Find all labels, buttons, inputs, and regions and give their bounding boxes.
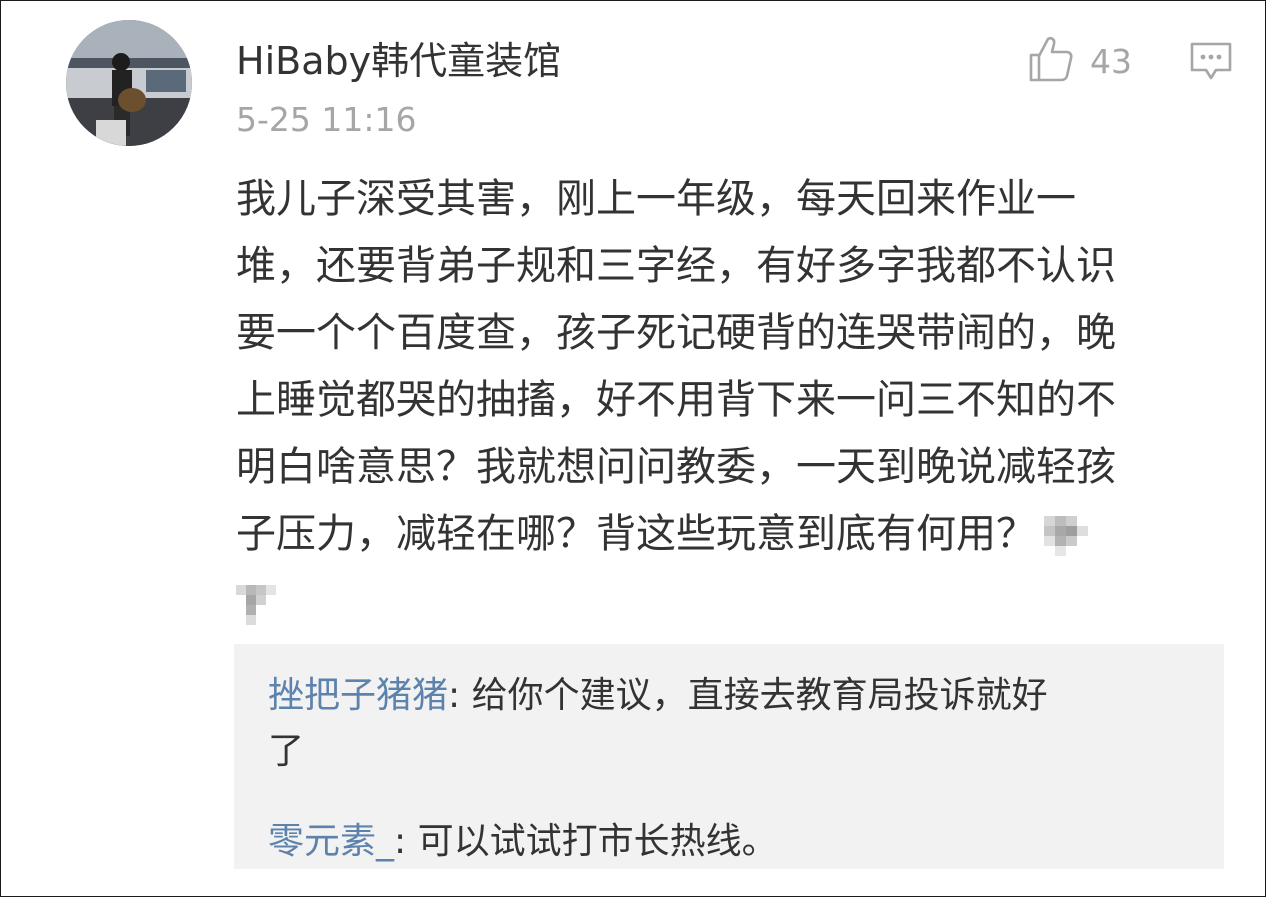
username[interactable]: HiBaby韩代童装馆 — [236, 38, 561, 84]
reply-username[interactable]: 零元素_ — [268, 821, 394, 862]
comment-body-line: 堆，还要背弟子规和三字经，有好多字我都不认识 — [236, 243, 1116, 289]
comment-body-line-text: 子压力，减轻在哪？背这些玩意到底有何用？ — [236, 511, 1036, 557]
comment-body-line: 明白啥意思？我就想问问教委，一天到晚说减轻孩 — [236, 444, 1116, 490]
reply-button[interactable] — [1188, 40, 1234, 86]
reply-separator: : — [394, 821, 418, 862]
reply-item: 零元素_: 可以试试打市长热线。 — [268, 814, 1198, 870]
comment-timestamp: 5-25 11:16 — [236, 100, 417, 139]
like-button[interactable]: 43 — [1028, 36, 1132, 86]
comment-body-line — [236, 568, 1226, 635]
comment-body-line: 上睡觉都哭的抽搐，好不用背下来一问三不知的不 — [236, 377, 1116, 423]
reply-list: 挫把子猪猪: 给你个建议，直接去教育局投诉就好了 零元素_: 可以试试打市长热线… — [234, 644, 1224, 869]
comment-body-line: 我儿子深受其害，刚上一年级，每天回来作业一 — [236, 176, 1076, 222]
reply-text-continuation: 了 — [268, 731, 305, 772]
comment-body-line: 子压力，减轻在哪？背这些玩意到底有何用？ — [236, 501, 1226, 568]
reply-text: 给你个建议，直接去教育局投诉就好 — [471, 675, 1048, 716]
reply-item: 挫把子猪猪: 给你个建议，直接去教育局投诉就好了 — [268, 668, 1198, 780]
reply-username[interactable]: 挫把子猪猪 — [268, 675, 448, 716]
comment-body-line: 要一个个百度查，孩子死记硬背的连哭带闹的，晚 — [236, 310, 1116, 356]
reply-separator: : — [448, 675, 472, 716]
like-count: 43 — [1090, 41, 1132, 81]
user-avatar[interactable] — [66, 20, 192, 146]
comment-body: 我儿子深受其害，刚上一年级，每天回来作业一 堆，还要背弟子规和三字经，有好多字我… — [236, 166, 1226, 635]
mosaic-redaction — [236, 581, 276, 625]
comment-bubble-icon — [1188, 42, 1234, 88]
mosaic-redaction — [1044, 516, 1088, 556]
reply-text: 可以试试打市长热线。 — [417, 821, 778, 862]
thumbs-up-icon — [1028, 35, 1074, 87]
